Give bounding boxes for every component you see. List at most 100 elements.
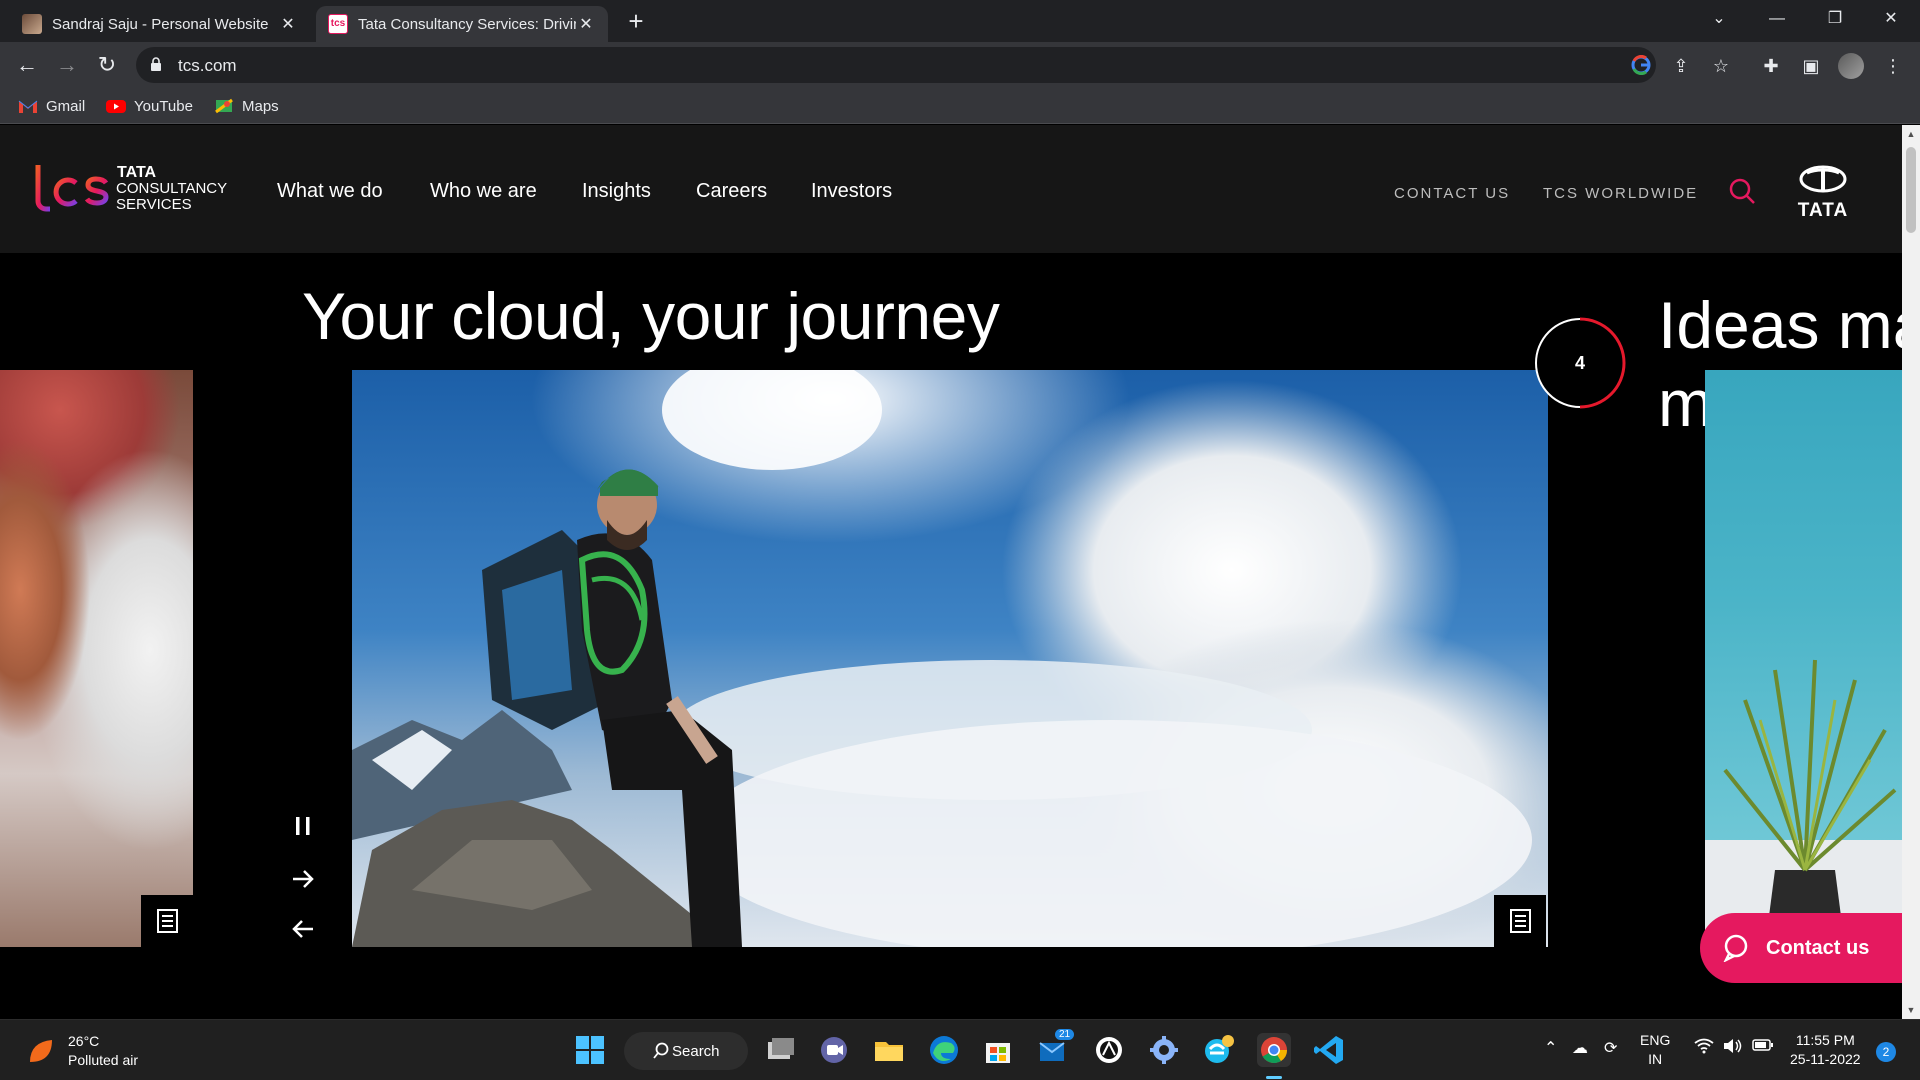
bookmark-youtube[interactable]: YouTube	[106, 95, 193, 117]
logo-line-services: SERVICES	[116, 196, 192, 213]
nav-who-we-are[interactable]: Who we are	[430, 180, 537, 203]
tab-tcs[interactable]: tcs Tata Consultancy Services: Driving B…	[316, 6, 608, 42]
google-lens-icon[interactable]	[1630, 54, 1652, 77]
mail-badge: 21	[1055, 1029, 1075, 1040]
bookmark-label: YouTube	[134, 97, 193, 115]
next-slide-image[interactable]	[1705, 370, 1902, 947]
language-indicator[interactable]: ENG IN	[1640, 1031, 1670, 1069]
close-window-icon[interactable]: ✕	[1862, 0, 1920, 42]
tab-title: Tata Consultancy Services: Driving Build…	[358, 15, 576, 33]
share-icon[interactable]: ⇪	[1670, 55, 1692, 77]
arrow-left-icon[interactable]	[286, 915, 320, 949]
tab-favicon	[22, 14, 42, 34]
search-icon[interactable]	[1728, 177, 1756, 205]
page-scrollbar[interactable]: ▲ ▼	[1902, 125, 1920, 1019]
wifi-icon[interactable]	[1694, 1038, 1714, 1059]
tcs-favicon: tcs	[328, 14, 348, 34]
slide-details-button[interactable]	[1494, 895, 1546, 947]
scroll-down-icon[interactable]: ▼	[1902, 1005, 1920, 1015]
logo-line-consultancy: CONSULTANCY	[116, 180, 228, 197]
bookmark-maps[interactable]: Maps	[214, 95, 279, 117]
minimize-icon[interactable]: —	[1748, 0, 1806, 42]
mail-icon[interactable]: 21	[1037, 1029, 1075, 1067]
close-tab-icon[interactable]: ✕	[278, 14, 298, 34]
tab-search-icon[interactable]: ⌄	[1690, 0, 1748, 42]
browser-toolbar: ← → ↻ tcs.com ⇪ ☆ ✚ ▣ ⋮	[0, 42, 1920, 88]
app-circle-icon[interactable]	[1092, 1033, 1126, 1067]
internet-explorer-icon[interactable]	[1202, 1033, 1236, 1067]
contact-us-label: Contact us	[1766, 936, 1870, 959]
task-view-icon[interactable]	[764, 1033, 798, 1067]
onedrive-icon[interactable]: ☁	[1572, 1038, 1588, 1058]
scrollbar-thumb[interactable]	[1906, 147, 1916, 233]
arrow-right-icon[interactable]	[286, 865, 320, 899]
previous-slide-image[interactable]	[0, 370, 193, 947]
tab-title: Sandraj Saju - Personal Website	[52, 15, 269, 33]
show-hidden-icons[interactable]: ⌃	[1544, 1038, 1557, 1058]
microsoft-store-icon[interactable]	[981, 1033, 1015, 1067]
weather-temp: 26°C	[68, 1033, 100, 1049]
logo-line-tata: TATA	[117, 164, 157, 181]
clock-date: 25-11-2022	[1790, 1051, 1861, 1067]
nav-insights[interactable]: Insights	[582, 180, 651, 203]
new-tab-button[interactable]: +	[622, 8, 650, 36]
maps-icon	[215, 98, 233, 114]
notification-count-badge[interactable]: 2	[1876, 1042, 1896, 1062]
scroll-up-icon[interactable]: ▲	[1902, 129, 1920, 139]
restore-icon[interactable]: ❐	[1806, 0, 1864, 42]
nav-careers[interactable]: Careers	[696, 180, 767, 203]
bookmarks-bar: Gmail YouTube Maps	[0, 88, 1920, 124]
site-header: TATA CONSULTANCY SERVICES What we do Who…	[0, 125, 1902, 253]
volume-icon[interactable]	[1722, 1038, 1742, 1059]
youtube-icon	[106, 100, 126, 113]
tata-logo-word: TATA	[1797, 200, 1849, 221]
taskbar-search[interactable]: Search	[624, 1032, 748, 1070]
extensions-icon[interactable]: ✚	[1758, 53, 1784, 79]
contact-us-link[interactable]: CONTACT US	[1394, 185, 1510, 202]
tata-logo[interactable]: TATA	[1794, 165, 1852, 222]
taskbar-search-label: Search	[672, 1042, 720, 1060]
address-bar[interactable]: tcs.com ⇪ ☆	[136, 47, 1729, 83]
vscode-icon[interactable]	[1312, 1033, 1346, 1067]
nav-investors[interactable]: Investors	[811, 180, 892, 203]
page-viewport: TATA CONSULTANCY SERVICES What we do Who…	[0, 125, 1902, 1019]
windows-start-icon[interactable]	[573, 1033, 607, 1067]
bookmark-label: Gmail	[46, 97, 86, 115]
weather-widget[interactable]: 26°C Polluted air	[26, 1032, 138, 1070]
browser-tab-strip: Sandraj Saju - Personal Website ✕ tcs Ta…	[0, 0, 1920, 42]
tcs-logo-text: TATA CONSULTANCY SERVICES	[116, 165, 227, 213]
back-icon[interactable]: ←	[12, 50, 42, 80]
chat-bubble-icon	[1723, 934, 1748, 962]
teams-chat-icon[interactable]	[817, 1033, 851, 1067]
tcs-worldwide-link[interactable]: TCS WORLDWIDE	[1543, 185, 1698, 202]
lock-icon	[151, 57, 161, 71]
bookmark-star-icon[interactable]: ☆	[1710, 55, 1732, 77]
nav-what-we-do[interactable]: What we do	[277, 180, 383, 203]
weather-icon	[30, 1040, 52, 1062]
tab-personal-website[interactable]: Sandraj Saju - Personal Website ✕	[10, 6, 310, 42]
profile-avatar[interactable]	[1838, 53, 1864, 79]
tcs-logo[interactable]	[30, 163, 110, 220]
tata-emblem-icon	[1799, 165, 1847, 193]
chrome-running-indicator	[1266, 1076, 1282, 1079]
battery-icon[interactable]	[1752, 1038, 1774, 1057]
side-panel-icon[interactable]: ▣	[1798, 53, 1824, 79]
url-text: tcs.com	[178, 56, 237, 75]
menu-kebab-icon[interactable]: ⋮	[1880, 53, 1906, 79]
file-explorer-icon[interactable]	[872, 1033, 906, 1067]
edge-browser-icon[interactable]	[927, 1033, 961, 1067]
weather-desc: Polluted air	[68, 1052, 139, 1068]
slide-details-button[interactable]	[141, 895, 193, 947]
settings-gear-icon[interactable]	[1147, 1033, 1181, 1067]
system-clock[interactable]: 11:55 PM 25-11-2022	[1790, 1031, 1861, 1069]
forward-icon[interactable]: →	[52, 50, 82, 80]
pause-icon[interactable]	[286, 813, 320, 847]
region-code: IN	[1648, 1051, 1663, 1067]
sync-icon[interactable]: ⟳	[1604, 1038, 1617, 1058]
close-tab-icon[interactable]: ✕	[576, 14, 596, 34]
hero-image-climber[interactable]	[352, 370, 1548, 947]
contact-us-floating-button[interactable]: Contact us	[1700, 913, 1902, 983]
reload-icon[interactable]: ↻	[92, 50, 122, 80]
bookmark-gmail[interactable]: Gmail	[18, 95, 85, 117]
chrome-icon[interactable]	[1257, 1033, 1291, 1067]
